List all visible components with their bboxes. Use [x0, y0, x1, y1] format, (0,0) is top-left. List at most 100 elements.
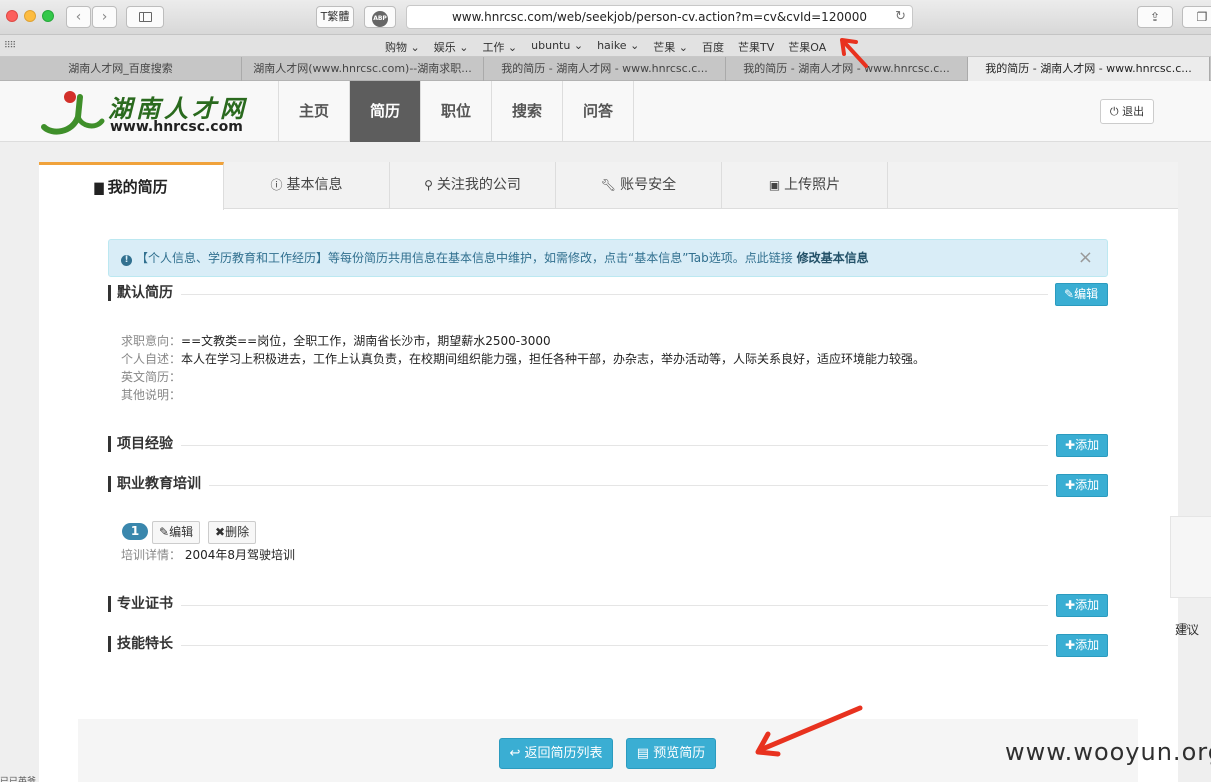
bookmark-item[interactable]: 芒果 ⌄ [653, 39, 688, 55]
address-bar[interactable]: www.hnrcsc.com/web/seekjob/person-cv.act… [406, 5, 913, 29]
edit-basic-info-link[interactable]: 修改基本信息 [797, 251, 869, 265]
annotation-arrow-icon [755, 705, 863, 757]
adblock-button[interactable]: ABP [364, 6, 396, 28]
cutoff-text: 已已英爷 [0, 777, 37, 782]
training-index-badge: 1 [122, 523, 148, 540]
content-tabs: ▇ 我的简历 ⓘ 基本信息 ⚲ 关注我的公司 🔧︎ 账号安全 ▣ 上传照片 [39, 162, 1178, 210]
section-certificates: 专业证书 ✚添加 [108, 594, 1108, 618]
bookmark-item[interactable]: 娱乐 ⌄ [434, 39, 469, 55]
annotation-arrow-icon [840, 38, 868, 68]
back-button[interactable]: ‹ [66, 6, 91, 28]
feedback-widget[interactable]: 💬︎ 建议 [1170, 516, 1211, 637]
edit-training-button[interactable]: ✎编辑 [152, 521, 201, 544]
watermark: www.wooyun.org [1005, 738, 1211, 766]
bookmark-item[interactable]: 百度 [702, 39, 724, 55]
adblock-icon: ABP [372, 11, 388, 27]
forward-button[interactable]: › [92, 6, 117, 28]
nav-jobs[interactable]: 职位 [421, 81, 492, 142]
nav-home[interactable]: 主页 [279, 81, 350, 142]
section-title: 项目经验 [108, 436, 181, 452]
minimize-window-button[interactable] [24, 10, 36, 22]
plus-icon: ✚ [1065, 598, 1076, 612]
list-icon: ▤ [636, 746, 650, 761]
job-intention: 求职意向：==文教类==岗位，全职工作，湖南省长沙市，期望薪水2500-3000 [121, 334, 551, 348]
sidebar-toggle-button[interactable] [126, 6, 164, 28]
info-circle-icon: ! [121, 255, 132, 266]
nav-search[interactable]: 搜索 [492, 81, 563, 142]
url-text: www.hnrcsc.com/web/seekjob/person-cv.act… [451, 10, 867, 24]
logo-url: www.hnrcsc.com [110, 119, 243, 135]
close-window-button[interactable] [6, 10, 18, 22]
site-logo[interactable]: 湖南人才网 www.hnrcsc.com [38, 87, 248, 137]
plus-icon: ✚ [1065, 478, 1076, 492]
plus-icon: ✚ [1065, 638, 1076, 652]
section-projects: 项目经验 ✚添加 [108, 434, 1108, 458]
picture-icon: ▣ [768, 178, 781, 192]
edit-default-resume-button[interactable]: ✎编辑 [1055, 283, 1108, 306]
chevron-right-icon: › [101, 9, 108, 25]
reload-icon[interactable]: ↻ [895, 6, 906, 28]
nav-qa[interactable]: 问答 [563, 81, 634, 142]
grid-icon[interactable]: ⠿⠿ [4, 41, 16, 51]
power-icon: ⏻ [1109, 105, 1119, 118]
tabs-overview-button[interactable]: ❐ [1182, 6, 1211, 28]
back-to-resume-list-button[interactable]: ↩ 返回简历列表 [499, 738, 613, 769]
add-training-button[interactable]: ✚添加 [1056, 474, 1108, 497]
pencil-icon: ✎ [1064, 287, 1075, 301]
logout-button[interactable]: ⏻ 退出 [1100, 99, 1154, 124]
share-icon: ⇪ [1149, 10, 1161, 24]
plus-icon: ✚ [1065, 438, 1076, 452]
browser-titlebar: ‹ › T繁體 ABP www.hnrcsc.com/web/seekjob/p… [0, 0, 1211, 35]
tab-my-resume[interactable]: ▇ 我的简历 [39, 162, 224, 210]
bookmark-item[interactable]: 芒果OA [788, 39, 826, 55]
browser-tab[interactable]: 我的简历 - 湖南人才网 - www.hnrcsc.c... [968, 57, 1210, 81]
bookmark-item[interactable]: 购物 ⌄ [385, 39, 420, 55]
traditional-chinese-extension-button[interactable]: T繁體 [316, 6, 354, 28]
tab-account-security[interactable]: 🔧︎ 账号安全 [556, 162, 722, 209]
search-icon: ⚲ [424, 178, 433, 192]
pencil-icon: ✎ [159, 525, 170, 539]
add-skill-button[interactable]: ✚添加 [1056, 634, 1108, 657]
zoom-window-button[interactable] [42, 10, 54, 22]
section-default-resume: 默认简历 ✎编辑 [108, 283, 1108, 307]
bookmark-item[interactable]: 芒果TV [738, 39, 774, 55]
bookmark-item[interactable]: haike ⌄ [597, 39, 639, 55]
section-title: 专业证书 [108, 596, 181, 612]
main-nav: 主页 简历 职位 搜索 问答 [278, 81, 634, 142]
info-alert: ! 【个人信息、学历教育和工作经历】等每份简历共用信息在基本信息中维护，如需修改，… [108, 239, 1108, 277]
reply-icon: ↩ [509, 746, 521, 761]
preview-resume-button[interactable]: ▤ 预览简历 [626, 738, 716, 769]
bookmark-item[interactable]: 工作 ⌄ [482, 39, 517, 55]
tab-followed-companies[interactable]: ⚲ 关注我的公司 [390, 162, 556, 209]
nav-resume[interactable]: 简历 [350, 81, 421, 142]
english-resume: 英文简历： [121, 370, 182, 384]
browser-tab[interactable]: 湖南人才网(www.hnrcsc.com)--湖南求职... [242, 57, 484, 81]
info-icon: ⓘ [270, 178, 283, 192]
share-button[interactable]: ⇪ [1137, 6, 1173, 28]
site-header: 湖南人才网 www.hnrcsc.com 主页 简历 职位 搜索 问答 ⏻ 退出 [0, 81, 1211, 142]
wrench-icon: 🔧︎ [600, 178, 617, 192]
section-title: 默认简历 [108, 285, 181, 301]
add-project-button[interactable]: ✚添加 [1056, 434, 1108, 457]
browser-tab-bar: 湖南人才网_百度搜索 湖南人才网(www.hnrcsc.com)--湖南求职...… [0, 57, 1211, 81]
sidebar-icon [139, 12, 152, 22]
bookmark-item[interactable]: ubuntu ⌄ [531, 39, 583, 55]
resume-panel: ▇ 我的简历 ⓘ 基本信息 ⚲ 关注我的公司 🔧︎ 账号安全 ▣ 上传照片 ! 【个人信息、… [39, 162, 1178, 782]
browser-tab[interactable]: 我的简历 - 湖南人才网 - www.hnrcsc.c... [484, 57, 726, 81]
add-certificate-button[interactable]: ✚添加 [1056, 594, 1108, 617]
delete-training-button[interactable]: ✖删除 [208, 521, 257, 544]
self-description: 个人自述：本人在学习上积极进去，工作上认真负责，在校期间组织能力强，担任各种干部… [121, 352, 926, 366]
bookmark-list: 购物 ⌄ 娱乐 ⌄ 工作 ⌄ ubuntu ⌄ haike ⌄ 芒果 ⌄ 百度 芒果TV 芒果O… [385, 39, 826, 55]
training-detail: 培训详情： 2004年8月驾驶培训 [121, 548, 296, 562]
section-skills: 技能特长 ✚添加 [108, 634, 1108, 658]
section-training: 职业教育培训 ✚添加 [108, 474, 1108, 498]
bookmarks-bar: ⠿⠿ 购物 ⌄ 娱乐 ⌄ 工作 ⌄ ubuntu ⌄ haike ⌄ 芒果 ⌄ 百度 芒果TV… [0, 35, 1211, 57]
tab-upload-photo[interactable]: ▣ 上传照片 [722, 162, 888, 209]
logo-mark-icon [41, 91, 105, 135]
close-icon[interactable]: × [1078, 240, 1093, 276]
tab-basic-info[interactable]: ⓘ 基本信息 [224, 162, 390, 209]
browser-tab[interactable]: 湖南人才网_百度搜索 [0, 57, 242, 81]
other-notes: 其他说明： [121, 388, 182, 402]
close-icon: ✖ [215, 525, 226, 539]
chevron-left-icon: ‹ [75, 9, 82, 25]
